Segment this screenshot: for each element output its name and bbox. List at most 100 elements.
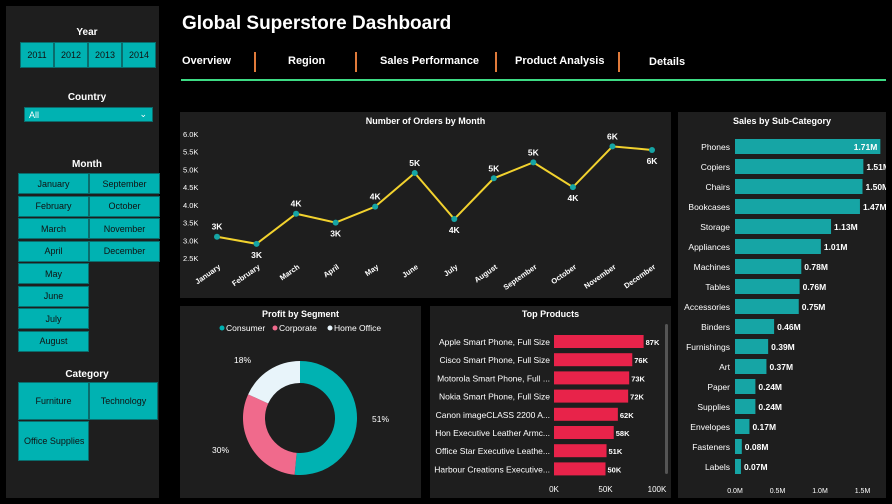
- year-option-2013[interactable]: 2013: [88, 42, 122, 68]
- subcategory-bar: [735, 279, 800, 294]
- subcategory-value-label: 0.24M: [758, 382, 782, 392]
- product-label: Nokia Smart Phone, Full Size: [439, 392, 550, 402]
- x-tick-label: January: [193, 262, 222, 286]
- orders-series-line: [216, 145, 653, 245]
- month-option-april[interactable]: April: [18, 240, 89, 262]
- sales-by-subcategory-chart: Phones 1.71M Copiers 1.51M Chairs 1.50M Bookca…: [684, 139, 887, 495]
- scrollbar[interactable]: [665, 324, 668, 474]
- subcategory-bar: [735, 179, 863, 194]
- year-slicer-title: Year: [76, 27, 98, 38]
- y-tick-label: 2.5K: [183, 254, 198, 263]
- product-value-label: 50K: [608, 465, 622, 474]
- category-slicer-title: Category: [65, 369, 109, 380]
- year-option-2014[interactable]: 2014: [122, 42, 156, 68]
- tab-details[interactable]: Details: [649, 56, 685, 68]
- month-option-february[interactable]: February: [18, 195, 89, 217]
- subcategory-value-label: 0.37M: [769, 362, 793, 372]
- country-dropdown[interactable]: All ⌄: [24, 107, 153, 122]
- y-tick-label: 5.5K: [183, 148, 198, 157]
- dashboard-title: Global Superstore Dashboard: [182, 13, 452, 34]
- top-products-chart: Apple Smart Phone, Full Size 87K Cisco Sma…: [434, 324, 668, 494]
- subcategory-bar: [735, 219, 832, 234]
- x-tick-label: 0.5M: [770, 488, 786, 495]
- nav-underline: [181, 79, 886, 81]
- product-value-label: 62K: [620, 411, 634, 420]
- segment-percent-label: 51%: [372, 414, 389, 424]
- subcategory-value-label: 0.46M: [777, 322, 801, 332]
- month-option-may[interactable]: May: [18, 263, 89, 284]
- subcategory-bar: [735, 459, 741, 474]
- category-option-office-supplies[interactable]: Office Supplies: [18, 421, 89, 461]
- subcategory-value-label: 0.17M: [752, 422, 776, 432]
- subcategory-bar: [735, 379, 756, 394]
- x-tick-label: 0.0M: [727, 488, 743, 495]
- y-tick-label: 6.0K: [183, 130, 198, 139]
- orders-data-label: 4K: [291, 199, 303, 209]
- profit-by-segment-chart: Consumer Corporate Home Office 51% 30% 18%: [212, 323, 389, 475]
- product-label: Office Star Executive Leathe...: [435, 446, 550, 456]
- segment-slice: [242, 394, 297, 475]
- month-option-december[interactable]: December: [89, 240, 160, 262]
- product-value-label: 87K: [646, 338, 660, 347]
- orders-point: [530, 159, 537, 166]
- legend-marker: [327, 325, 333, 331]
- subcategory-value-label: 0.76M: [803, 282, 827, 292]
- subcategory-label: Bookcases: [688, 202, 730, 212]
- x-tick-label: May: [363, 262, 381, 278]
- category-option-furniture[interactable]: Furniture: [18, 382, 89, 420]
- month-option-june[interactable]: June: [18, 285, 89, 307]
- legend-label: Home Office: [334, 323, 381, 333]
- year-option-2011[interactable]: 2011: [20, 42, 54, 68]
- y-tick-label: 5.0K: [183, 165, 198, 174]
- month-option-september[interactable]: September: [89, 173, 160, 194]
- month-option-august[interactable]: August: [18, 330, 89, 352]
- tab-sales-performance[interactable]: Sales Performance: [380, 55, 479, 67]
- product-bar: [554, 353, 633, 367]
- month-option-january[interactable]: January: [18, 173, 89, 194]
- subcategory-label: Tables: [705, 282, 730, 292]
- subcategory-label: Phones: [701, 142, 730, 152]
- orders-data-label: 3K: [212, 222, 224, 232]
- subcategory-value-label: 1.01M: [824, 242, 848, 252]
- subcategory-value-label: 0.39M: [771, 342, 795, 352]
- product-bar: [554, 389, 629, 403]
- month-option-november[interactable]: November: [89, 218, 160, 239]
- orders-point: [649, 146, 655, 153]
- nav-separator: [495, 52, 497, 72]
- tab-region[interactable]: Region: [288, 55, 325, 67]
- product-label: Cisco Smart Phone, Full Size: [439, 355, 550, 365]
- y-tick-label: 4.5K: [183, 183, 198, 192]
- product-label: Canon imageCLASS 2200 A...: [436, 410, 550, 420]
- subcategory-label: Storage: [700, 222, 730, 232]
- subcategory-label: Machines: [694, 262, 730, 272]
- subcategory-label: Appliances: [688, 242, 730, 252]
- subcategory-value-label: 1.47M: [863, 202, 886, 212]
- year-option-2012[interactable]: 2012: [54, 42, 88, 68]
- tab-overview[interactable]: Overview: [182, 55, 231, 67]
- month-option-july[interactable]: July: [18, 308, 89, 329]
- nav-separator: [254, 52, 256, 72]
- subcategory-label: Paper: [707, 382, 730, 392]
- subcategory-value-label: 1.50M: [866, 182, 887, 192]
- product-label: Motorola Smart Phone, Full ...: [437, 373, 550, 383]
- x-tick-label: April: [322, 262, 341, 279]
- orders-data-label: 6K: [607, 131, 619, 141]
- orders-data-label: 3K: [330, 229, 342, 239]
- orders-data-label: 4K: [449, 225, 461, 235]
- month-option-october[interactable]: October: [89, 195, 160, 217]
- y-tick-label: 3.0K: [183, 236, 198, 245]
- tab-product-analysis[interactable]: Product Analysis: [515, 55, 604, 67]
- category-option-technology[interactable]: Technology: [89, 382, 158, 420]
- subcategory-bar: [735, 399, 756, 414]
- segment-slice: [248, 361, 300, 404]
- month-option-march[interactable]: March: [18, 218, 89, 239]
- orders-point: [411, 169, 418, 176]
- x-tick-label: November: [582, 262, 617, 290]
- country-slicer-title: Country: [67, 92, 107, 103]
- product-bar: [554, 426, 614, 439]
- subcategory-label: Accessories: [684, 302, 730, 312]
- subcategory-value-label: 0.07M: [744, 462, 768, 472]
- x-tick-label: August: [473, 262, 500, 284]
- x-tick-label: 100K: [648, 485, 667, 494]
- subcategory-bar: [735, 239, 821, 254]
